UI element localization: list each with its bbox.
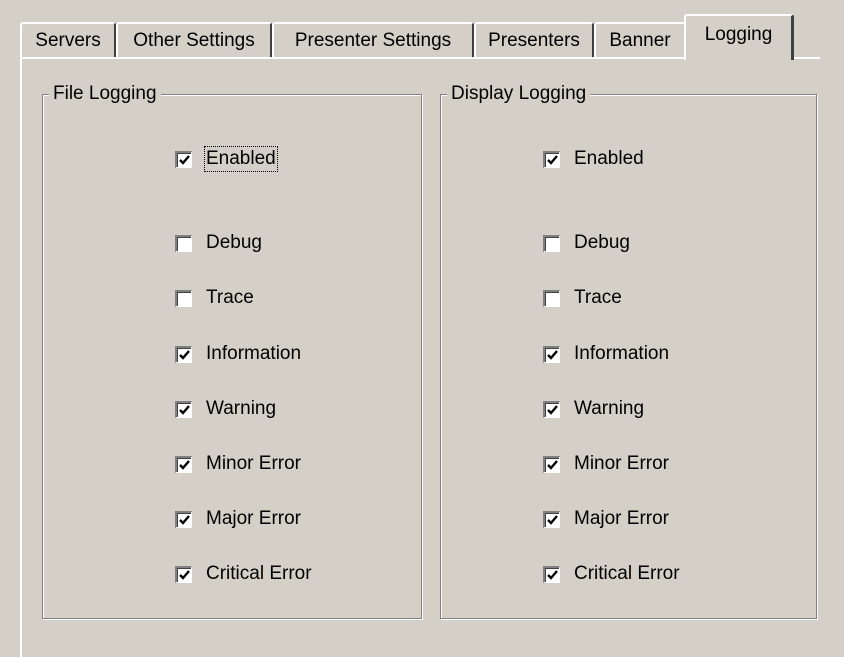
tab-logging[interactable]: Logging (684, 14, 794, 60)
checkbox-label: Major Error (206, 508, 302, 529)
checkmark-icon (179, 154, 190, 165)
checkbox-label: Warning (206, 398, 277, 419)
tab-banner[interactable]: Banner (594, 22, 686, 58)
checkbox-box[interactable] (175, 565, 192, 583)
tab-presenter-settings[interactable]: Presenter Settings (272, 22, 474, 58)
checkbox-label: Debug (206, 232, 262, 253)
checkmark-icon (547, 404, 558, 415)
checkbox-box[interactable] (175, 234, 192, 252)
checkmark-icon (547, 459, 558, 470)
checkbox-box[interactable] (175, 150, 192, 168)
checkmark-icon (547, 154, 558, 165)
checkbox-box[interactable] (175, 345, 192, 363)
checkbox-label: Warning (574, 398, 645, 419)
checkbox-box[interactable] (543, 345, 560, 363)
checkbox-label: Enabled (204, 146, 278, 172)
file-major-error-checkbox[interactable]: Major Error (175, 507, 301, 531)
checkbox-box[interactable] (175, 510, 192, 528)
checkbox-box[interactable] (175, 400, 192, 418)
checkmark-icon (179, 404, 190, 415)
checkbox-label: Minor Error (206, 453, 302, 474)
checkbox-box[interactable] (543, 510, 560, 528)
display-minor-error-checkbox[interactable]: Minor Error (543, 452, 669, 476)
display-major-error-checkbox[interactable]: Major Error (543, 507, 669, 531)
tab-servers[interactable]: Servers (20, 22, 116, 58)
tab-presenters[interactable]: Presenters (474, 22, 594, 58)
checkbox-box[interactable] (543, 400, 560, 418)
tab-strip: Servers Other Settings Presenter Setting… (20, 14, 820, 60)
checkmark-icon (547, 349, 558, 360)
file-information-checkbox[interactable]: Information (175, 342, 301, 366)
file-warning-checkbox[interactable]: Warning (175, 397, 276, 421)
display-logging-group: Display Logging Enabled Debug Trace Info… (440, 80, 817, 619)
checkbox-label: Critical Error (206, 563, 312, 584)
checkmark-icon (179, 569, 190, 580)
file-logging-group: File Logging Enabled Debug Trace Informa… (42, 80, 422, 619)
checkbox-box[interactable] (543, 289, 560, 307)
checkbox-box[interactable] (543, 565, 560, 583)
file-enabled-checkbox[interactable]: Enabled (175, 146, 278, 172)
checkbox-box[interactable] (543, 234, 560, 252)
checkbox-box[interactable] (543, 150, 560, 168)
checkmark-icon (179, 459, 190, 470)
display-enabled-checkbox[interactable]: Enabled (543, 147, 644, 171)
tab-other-settings[interactable]: Other Settings (116, 22, 272, 58)
display-critical-error-checkbox[interactable]: Critical Error (543, 562, 680, 586)
checkmark-icon (179, 349, 190, 360)
display-debug-checkbox[interactable]: Debug (543, 231, 630, 255)
checkbox-label: Trace (206, 287, 254, 308)
checkmark-icon (547, 514, 558, 525)
checkbox-label: Trace (574, 287, 622, 308)
display-warning-checkbox[interactable]: Warning (543, 397, 644, 421)
checkbox-label: Information (206, 343, 302, 364)
group-title: File Logging (49, 80, 161, 108)
group-title: Display Logging (447, 80, 591, 108)
file-debug-checkbox[interactable]: Debug (175, 231, 262, 255)
checkbox-label: Enabled (574, 148, 644, 169)
checkbox-label: Debug (574, 232, 630, 253)
checkbox-box[interactable] (543, 455, 560, 473)
checkbox-label: Minor Error (574, 453, 670, 474)
file-critical-error-checkbox[interactable]: Critical Error (175, 562, 312, 586)
checkbox-label: Critical Error (574, 563, 680, 584)
checkbox-box[interactable] (175, 455, 192, 473)
checkmark-icon (547, 569, 558, 580)
file-minor-error-checkbox[interactable]: Minor Error (175, 452, 301, 476)
display-information-checkbox[interactable]: Information (543, 342, 669, 366)
checkbox-label: Information (574, 343, 670, 364)
checkmark-icon (179, 514, 190, 525)
display-trace-checkbox[interactable]: Trace (543, 286, 622, 310)
checkbox-box[interactable] (175, 289, 192, 307)
checkbox-label: Major Error (574, 508, 670, 529)
file-trace-checkbox[interactable]: Trace (175, 286, 254, 310)
